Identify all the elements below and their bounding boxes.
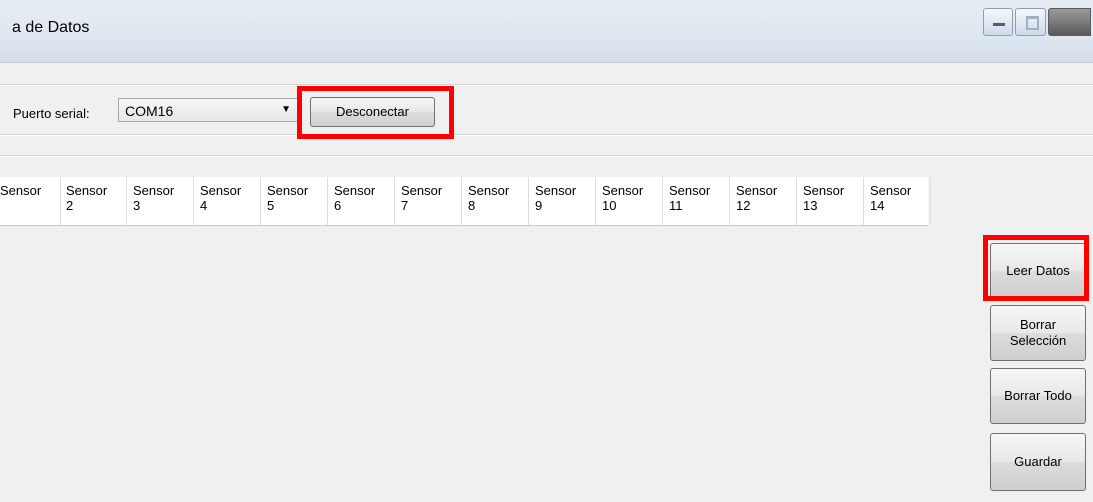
column-header-number: 6 (334, 198, 342, 213)
window-title: a de Datos (12, 19, 90, 36)
column-header-number: 9 (535, 198, 543, 213)
separator-lower (0, 155, 1093, 156)
column-header-number: 8 (468, 198, 476, 213)
column-header-label: Sensor (133, 183, 175, 198)
column-header-label: Sensor (669, 183, 711, 198)
column-header[interactable]: Sensor (0, 177, 61, 225)
column-header-label: Sensor (401, 183, 443, 198)
maximize-button[interactable] (1015, 8, 1046, 36)
port-select[interactable]: COM16 ▼ (118, 98, 298, 122)
column-header[interactable]: Sensor 3 (127, 177, 194, 225)
close-button[interactable] (1047, 8, 1091, 36)
save-button[interactable]: Guardar (990, 433, 1086, 491)
column-header-label: Sensor (200, 183, 242, 198)
column-header[interactable]: Sensor 9 (529, 177, 596, 225)
column-header[interactable]: Sensor 5 (261, 177, 328, 225)
column-header[interactable]: Sensor 2 (60, 177, 127, 225)
column-header-number: 4 (200, 198, 208, 213)
column-header-number: 5 (267, 198, 275, 213)
window-controls (983, 8, 1093, 38)
clear-selection-line1: Borrar (1019, 317, 1057, 332)
column-header-number: 14 (870, 198, 885, 213)
highlight-box-disconnect (297, 86, 454, 139)
column-header-number: 13 (803, 198, 818, 213)
column-header-label: Sensor (0, 183, 42, 198)
column-header[interactable]: Sensor 8 (462, 177, 529, 225)
column-header-label: Sensor (535, 183, 577, 198)
title-bar: a de Datos (0, 0, 1093, 63)
column-header-number: 7 (401, 198, 409, 213)
column-header[interactable]: Sensor 7 (395, 177, 462, 225)
column-header-number: 11 (669, 198, 683, 213)
separator-middle (0, 134, 1093, 135)
highlight-box-read (983, 235, 1089, 301)
column-header[interactable]: Sensor 6 (328, 177, 395, 225)
column-header-label: Sensor (602, 183, 644, 198)
column-header[interactable]: Sensor 13 (797, 177, 864, 225)
port-select-value: COM16 (125, 103, 174, 119)
column-header[interactable]: Sensor 14 (864, 177, 931, 225)
clear-all-button[interactable]: Borrar Todo (990, 368, 1086, 424)
column-header-number: 10 (602, 198, 617, 213)
column-header-label: Sensor (66, 183, 108, 198)
separator-top (0, 84, 1093, 85)
column-header-label: Sensor (267, 183, 309, 198)
column-header[interactable]: Sensor 4 (194, 177, 261, 225)
column-header[interactable]: Sensor 10 (596, 177, 663, 225)
clear-selection-button[interactable]: Borrar Selección (990, 305, 1086, 361)
port-label: Puerto serial: (13, 106, 90, 121)
column-header-label: Sensor (334, 183, 376, 198)
column-header-label: Sensor (736, 183, 778, 198)
column-header-number: 3 (133, 198, 141, 213)
column-header-label: Sensor (803, 183, 845, 198)
column-header-number: 2 (66, 198, 74, 213)
minimize-button[interactable] (983, 8, 1014, 36)
clear-selection-line2: Selección (1009, 333, 1067, 348)
data-grid-header: Sensor Sensor 2 Sensor 3 Sensor 4 Sensor 5 Sensor… (0, 177, 931, 226)
column-header-label: Sensor (870, 183, 912, 198)
column-header-number: 12 (736, 198, 751, 213)
chevron-down-icon[interactable]: ▼ (281, 104, 291, 115)
column-header-label: Sensor (468, 183, 510, 198)
column-header[interactable]: Sensor 11 (663, 177, 730, 225)
column-header[interactable]: Sensor 12 (730, 177, 797, 225)
